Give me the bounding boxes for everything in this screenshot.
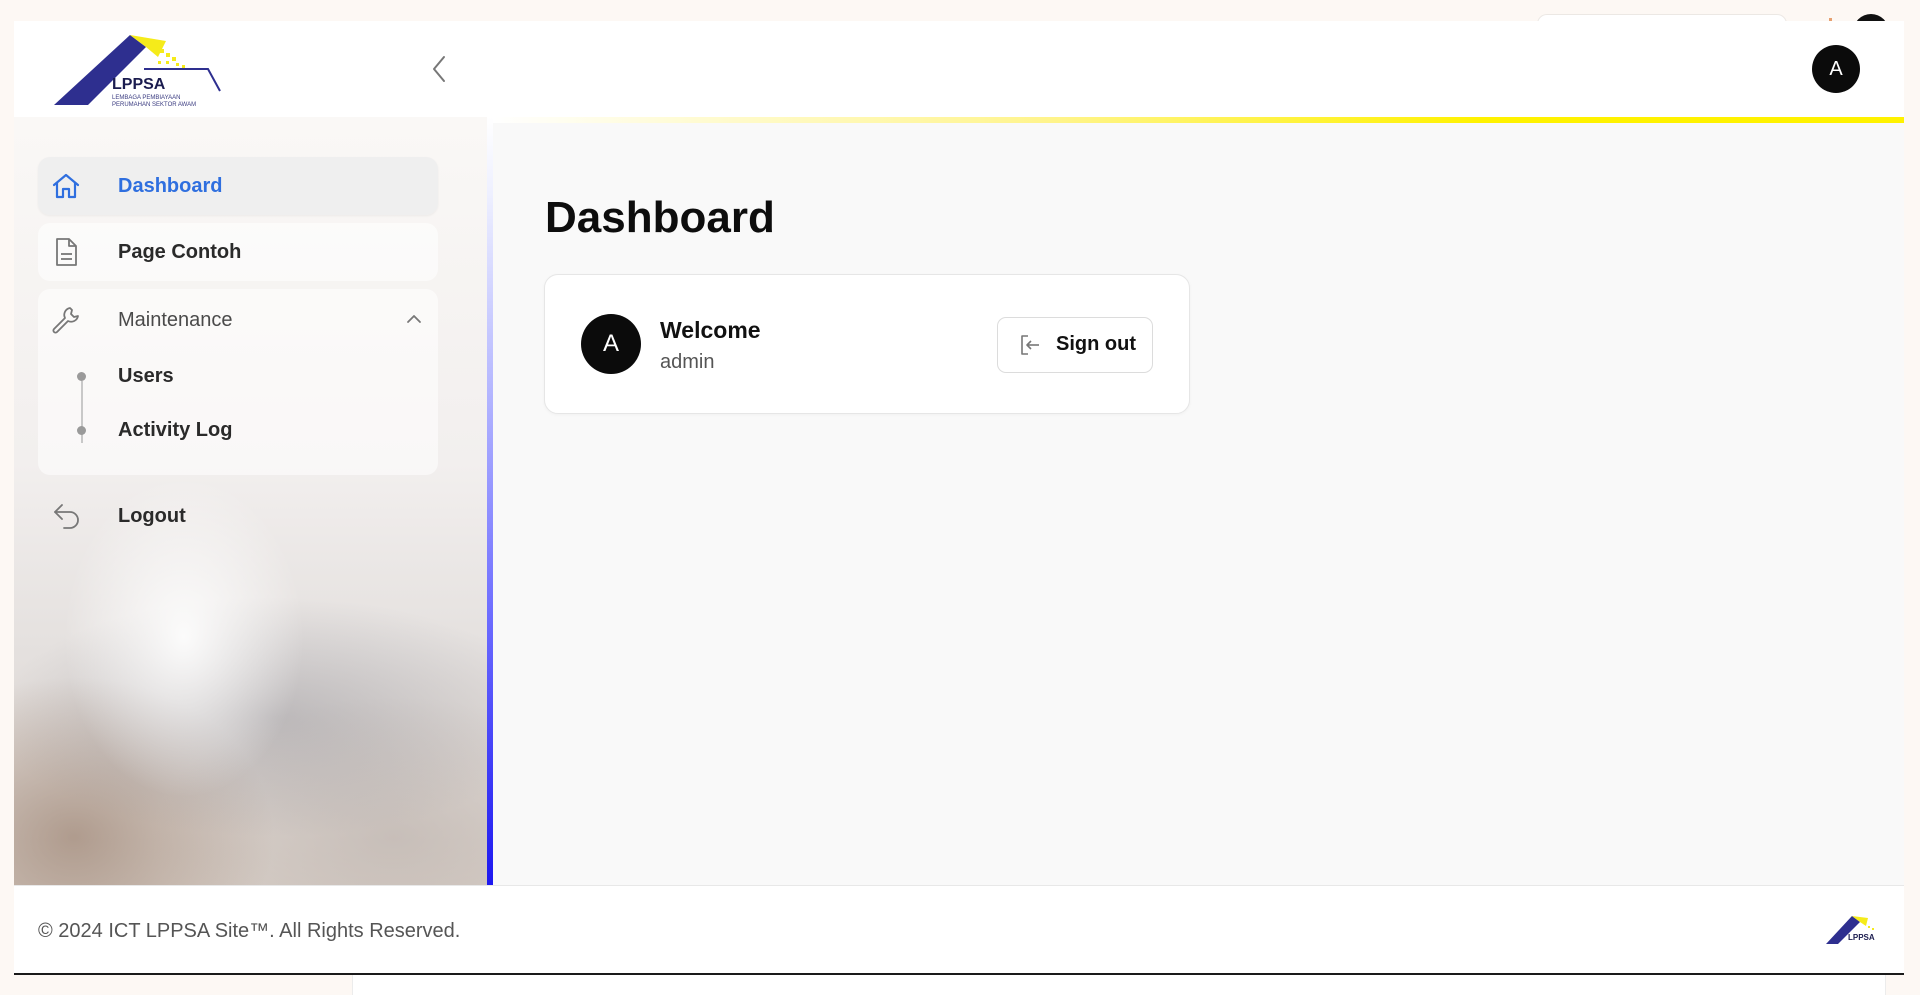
svg-text:PERUMAHAN SEKTOR AWAM: PERUMAHAN SEKTOR AWAM bbox=[112, 102, 196, 108]
logo-graphic: LPPSA bbox=[1826, 916, 1875, 944]
avatar: A bbox=[581, 314, 641, 374]
sidebar-item-users[interactable]: Users bbox=[38, 353, 438, 399]
sidebar-item-label: Activity Log bbox=[118, 419, 233, 441]
main-content: Dashboard A Welcome admin Sign out bbox=[493, 123, 1904, 885]
logo-graphic: LPPSA LEMBAGA PEMBIAYAAN PERUMAHAN SEKTO… bbox=[54, 35, 221, 108]
home-icon bbox=[52, 173, 80, 199]
top-header: LPPSA LEMBAGA PEMBIAYAAN PERUMAHAN SEKTO… bbox=[14, 21, 1904, 117]
sidebar-menu: Dashboard Page Contoh Maintenance Users … bbox=[38, 157, 438, 545]
sign-out-icon bbox=[1021, 335, 1039, 355]
footer: © 2024 ICT LPPSA Site™. All Rights Reser… bbox=[14, 885, 1904, 973]
sidebar-item-activity-log[interactable]: Activity Log bbox=[38, 407, 438, 453]
sidebar: Dashboard Page Contoh Maintenance Users … bbox=[14, 117, 487, 885]
sidebar-item-page-contoh[interactable]: Page Contoh bbox=[38, 223, 438, 281]
svg-text:LEMBAGA PEMBIAYAAN: LEMBAGA PEMBIAYAAN bbox=[112, 95, 180, 101]
svg-text:LPPSA: LPPSA bbox=[112, 76, 166, 93]
sidebar-item-dashboard[interactable]: Dashboard bbox=[38, 157, 438, 215]
username-label: admin bbox=[660, 351, 715, 373]
sidebar-group-maintenance: Maintenance Users Activity Log bbox=[38, 289, 438, 475]
document-icon bbox=[56, 238, 77, 266]
logout-arrow-icon bbox=[54, 504, 79, 529]
sidebar-item-label: Users bbox=[118, 365, 174, 387]
sidebar-item-label: Logout bbox=[118, 505, 186, 527]
app-window: LPPSA LEMBAGA PEMBIAYAAN PERUMAHAN SEKTO… bbox=[14, 21, 1904, 973]
sidebar-item-logout[interactable]: Logout bbox=[38, 487, 438, 545]
sidebar-item-label: Maintenance bbox=[118, 309, 233, 331]
page-title: Dashboard bbox=[545, 193, 775, 242]
chevron-up-icon[interactable] bbox=[404, 309, 424, 329]
svg-text:LPPSA: LPPSA bbox=[1848, 933, 1875, 942]
wrench-icon bbox=[52, 307, 79, 334]
avatar-initial: A bbox=[602, 330, 619, 357]
user-avatar[interactable]: A bbox=[1812, 45, 1860, 93]
lppsa-logo[interactable]: LPPSA LEMBAGA PEMBIAYAAN PERUMAHAN SEKTO… bbox=[48, 31, 238, 111]
welcome-card: A Welcome admin Sign out bbox=[544, 274, 1190, 414]
copyright-text: © 2024 ICT LPPSA Site™. All Rights Reser… bbox=[38, 920, 461, 942]
footer-logo: LPPSA bbox=[1822, 914, 1892, 948]
bullet-dot bbox=[77, 372, 86, 381]
welcome-title: Welcome bbox=[660, 317, 761, 343]
avatar-initial: A bbox=[1829, 57, 1843, 80]
sidebar-collapse-button[interactable] bbox=[424, 51, 454, 87]
background-panel-ghost bbox=[352, 975, 1886, 995]
chevron-left-icon bbox=[433, 56, 445, 82]
sign-out-label: Sign out bbox=[1056, 333, 1136, 355]
bullet-dot bbox=[77, 426, 86, 435]
sidebar-item-label: Page Contoh bbox=[118, 240, 242, 263]
sign-out-button[interactable]: Sign out bbox=[997, 317, 1153, 373]
sidebar-item-label: Dashboard bbox=[118, 174, 223, 197]
sidebar-item-maintenance[interactable]: Maintenance bbox=[38, 289, 438, 351]
